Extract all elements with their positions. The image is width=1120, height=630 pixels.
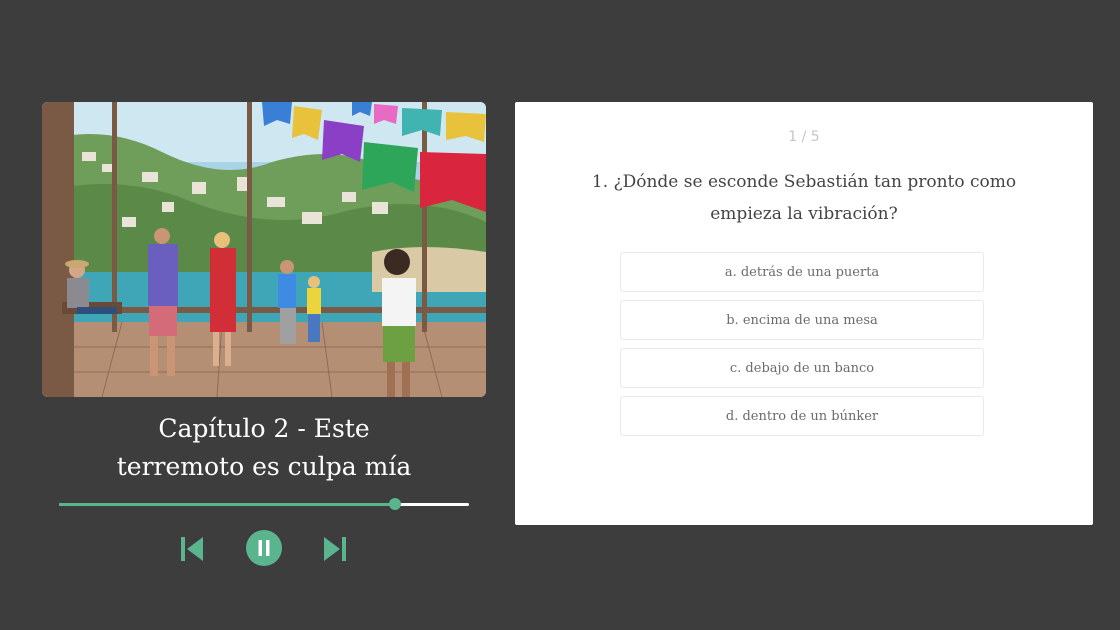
answer-option-b[interactable]: b. encima de una mesa xyxy=(620,300,984,340)
question-line-2: empieza la vibración? xyxy=(710,204,898,224)
answer-options: a. detrás de una puerta b. encima de una… xyxy=(620,252,984,444)
pause-icon xyxy=(258,540,270,556)
chapter-title-line-2: terremoto es culpa mía xyxy=(116,452,412,481)
playback-controls xyxy=(0,530,530,566)
progress-thumb[interactable] xyxy=(389,498,402,510)
progress-fill xyxy=(59,503,396,506)
answer-option-d[interactable]: d. dentro de un búnker xyxy=(620,396,984,436)
quiz-card: 1 / 5 1. ¿Dónde se esconde Sebastián tan… xyxy=(515,102,1093,525)
audio-progress-slider[interactable] xyxy=(59,497,469,511)
skip-previous-icon xyxy=(181,537,203,561)
skip-next-button[interactable] xyxy=(322,535,348,563)
skip-previous-button[interactable] xyxy=(179,535,205,563)
question-counter: 1 / 5 xyxy=(788,129,820,145)
pause-button[interactable] xyxy=(246,530,282,566)
cover-scene xyxy=(42,102,486,397)
question-text: 1. ¿Dónde se esconde Sebastián tan pront… xyxy=(575,166,1033,230)
question-line-1: 1. ¿Dónde se esconde Sebastián tan pront… xyxy=(591,172,1017,192)
skip-next-icon xyxy=(324,537,346,561)
answer-option-a[interactable]: a. detrás de una puerta xyxy=(620,252,984,292)
chapter-title: Capítulo 2 - Este terremoto es culpa mía xyxy=(42,410,486,486)
answer-option-c[interactable]: c. debajo de un banco xyxy=(620,348,984,388)
chapter-cover-illustration xyxy=(42,102,486,397)
chapter-title-line-1: Capítulo 2 - Este xyxy=(158,414,370,443)
